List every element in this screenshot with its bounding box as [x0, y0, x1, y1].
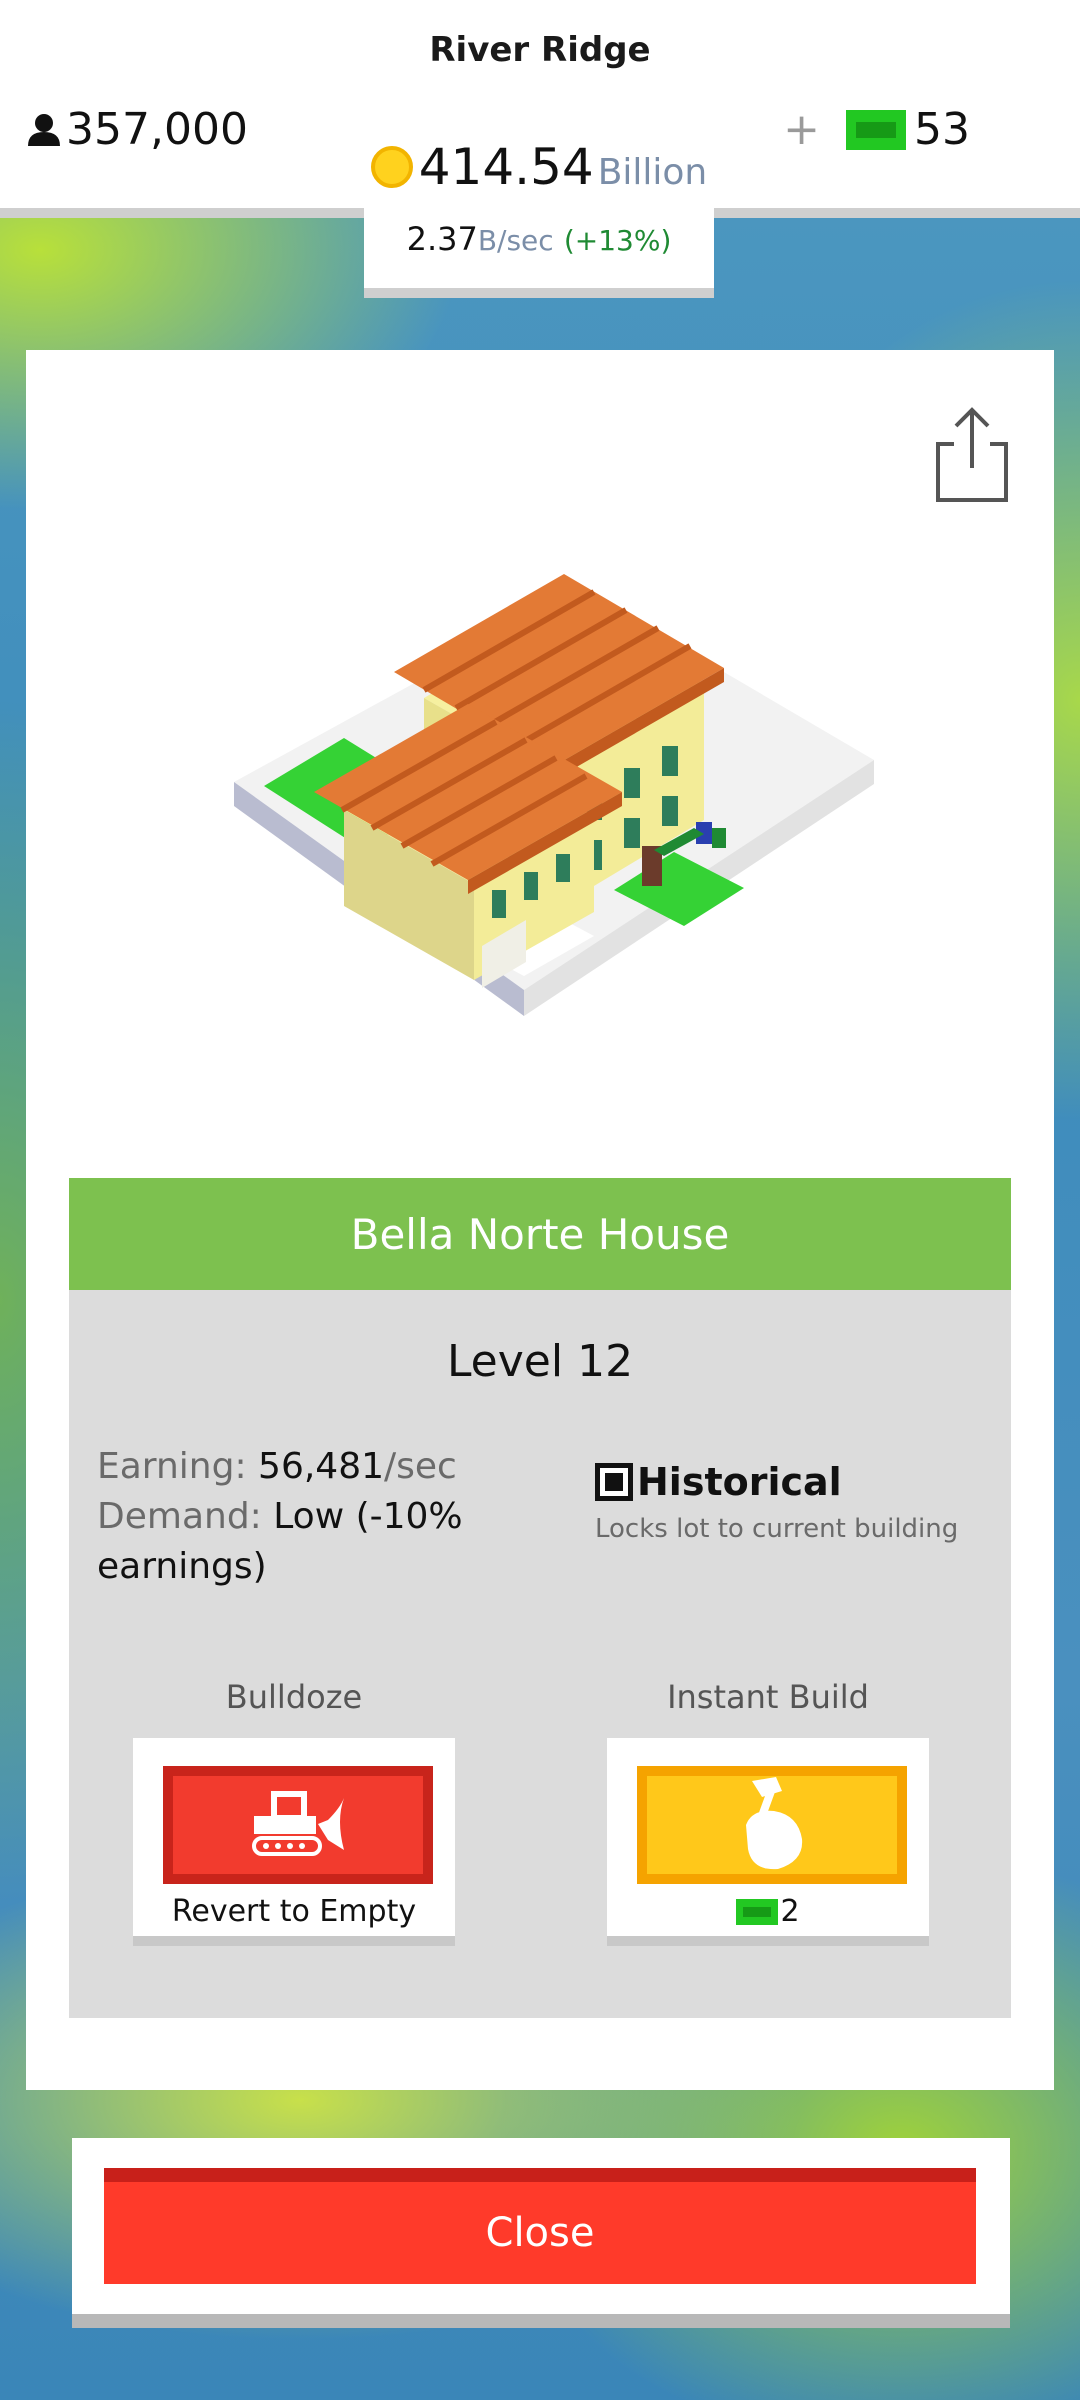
earning-unit: /sec	[384, 1446, 457, 1487]
add-currency-button[interactable]: +	[783, 104, 820, 155]
historical-description: Locks lot to current building	[595, 1514, 959, 1544]
coin-icon	[370, 146, 413, 188]
building-name: Bella Norte House	[69, 1178, 1011, 1290]
rate-change: (+13%)	[563, 224, 672, 257]
bulldoze-title: Bulldoze	[225, 1678, 363, 1716]
instant-build-cost-value: 2	[780, 1894, 800, 1929]
close-panel: Close	[72, 2138, 1010, 2328]
building-level: Level 12	[446, 1336, 634, 1387]
money-unit: Billion	[597, 152, 708, 193]
building-detail-card: Bella Norte House Level 12 Earning: 56,4…	[26, 350, 1054, 2090]
money-row: 414.54 Billion	[364, 138, 714, 196]
hammer-hand-icon	[746, 1777, 803, 1870]
money-panel: 414.54 Billion 2.37B/sec (+13%)	[364, 130, 714, 298]
instant-build-cost: 2	[607, 1894, 929, 1929]
building-info-panel: Bella Norte House Level 12 Earning: 56,4…	[69, 1178, 1011, 2018]
checkbox-icon[interactable]	[595, 1463, 633, 1501]
share-icon[interactable]	[932, 404, 1012, 504]
bulldozer-icon	[252, 1791, 344, 1856]
historical-label: Historical	[637, 1460, 842, 1504]
premium-currency-count: 53	[914, 104, 970, 155]
instant-build-card[interactable]: 2	[607, 1738, 929, 1946]
building-stats: Earning: 56,481/sec Demand: Low (-10% ea…	[97, 1442, 477, 1592]
earning-label: Earning:	[97, 1446, 247, 1487]
money-value: 414.54	[418, 138, 594, 196]
bulldoze-subtitle: Revert to Empty	[171, 1894, 417, 1929]
historical-toggle[interactable]: Historical	[595, 1460, 842, 1504]
rate-value: 2.37	[406, 220, 478, 258]
earning-value: 56,481	[258, 1446, 385, 1487]
instant-build-button[interactable]	[637, 1766, 907, 1884]
instant-build-title: Instant Build	[667, 1678, 869, 1716]
population-value: 357,000	[66, 104, 248, 155]
bulldoze-button[interactable]	[163, 1766, 433, 1884]
demand-label: Demand:	[97, 1496, 262, 1537]
income-rate: 2.37B/sec (+13%)	[364, 220, 714, 258]
premium-currency[interactable]: + 53	[783, 104, 970, 155]
bulldoze-card[interactable]: Revert to Empty	[133, 1738, 455, 1946]
city-name: River Ridge	[429, 30, 651, 70]
person-icon	[28, 113, 60, 146]
demand-row: Demand: Low (-10% earnings)	[97, 1492, 477, 1592]
close-button[interactable]: Close	[104, 2168, 976, 2284]
population-counter: 357,000	[26, 104, 248, 155]
earning-row: Earning: 56,481/sec	[97, 1442, 477, 1492]
building-illustration	[234, 574, 874, 1016]
rate-unit: B/sec	[477, 224, 554, 257]
cash-icon	[736, 1898, 779, 1925]
cash-icon	[846, 109, 906, 150]
